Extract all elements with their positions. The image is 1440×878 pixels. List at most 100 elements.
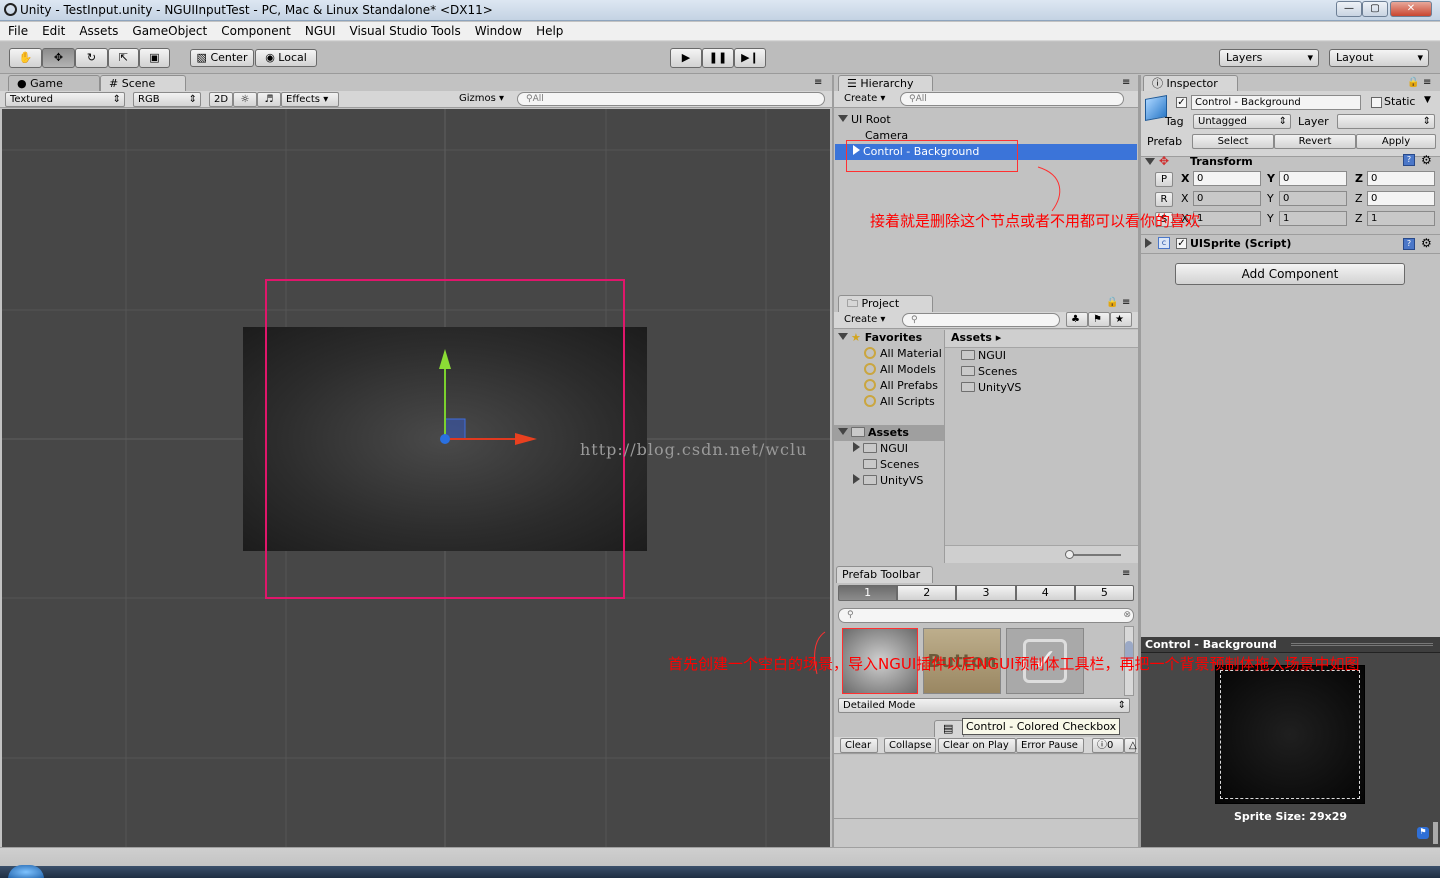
panel-menu-icon[interactable]: ≡ [814, 77, 822, 88]
add-component-button[interactable]: Add Component [1175, 263, 1405, 285]
console-error-pause-toggle[interactable]: Error Pause [1016, 738, 1084, 753]
console-warning-toggle[interactable]: △ [1124, 738, 1137, 753]
favorite-item[interactable]: All Models [864, 362, 936, 378]
shading-dropdown[interactable]: Textured ⇕ [5, 92, 125, 107]
pause-button[interactable]: ❚❚ [702, 48, 734, 68]
pivot-center-toggle[interactable]: ▧ Center [190, 49, 254, 67]
breadcrumb-assets[interactable]: Assets [951, 331, 992, 344]
filter-label-button[interactable]: ⚑ [1088, 312, 1110, 327]
asset-label-icon[interactable]: ⚑ [1417, 827, 1429, 839]
layer-dropdown[interactable]: ⇕ [1337, 114, 1435, 129]
gizmos-dropdown[interactable]: Gizmos ▾ [455, 92, 511, 107]
layout-dropdown[interactable]: Layout ▾ [1329, 49, 1429, 67]
layers-dropdown[interactable]: Layers ▾ [1219, 49, 1319, 67]
menu-edit[interactable]: Edit [34, 22, 71, 38]
tab-console[interactable]: ▤ [934, 720, 964, 737]
position-y-field[interactable]: 0 [1279, 171, 1347, 186]
asset-folder[interactable]: NGUI [961, 348, 1006, 364]
tab-inspector[interactable]: ⓘ Inspector [1143, 75, 1238, 92]
scale-x-field[interactable]: 1 [1193, 211, 1261, 226]
view-mode-dropdown[interactable]: Detailed Mode ⇕ [838, 698, 1130, 713]
rotation-z-field[interactable]: 0 [1367, 191, 1435, 206]
maximize-button[interactable]: ▢ [1362, 1, 1388, 17]
rotate-tool-button[interactable]: ↻ [75, 48, 108, 68]
favorite-button[interactable]: ★ [1110, 312, 1132, 327]
menu-file[interactable]: File [0, 22, 34, 38]
prefab-select-button[interactable]: Select [1192, 134, 1274, 149]
gear-icon[interactable]: ⚙ [1421, 236, 1432, 250]
filter-type-button[interactable]: ♣ [1066, 312, 1088, 327]
scale-tool-button[interactable]: ⇱ [108, 48, 139, 68]
play-button[interactable]: ▶ [670, 48, 702, 68]
asset-folder[interactable]: Scenes [961, 364, 1017, 380]
static-dropdown-arrow-icon[interactable]: ▼ [1424, 95, 1431, 105]
prefab-search-input[interactable]: ⚲ ⊗ [838, 608, 1134, 623]
hierarchy-create-button[interactable]: Create ▾ [840, 92, 892, 107]
static-checkbox[interactable] [1371, 97, 1382, 108]
step-button[interactable]: ▶❙ [734, 48, 766, 68]
prefab-apply-button[interactable]: Apply [1356, 134, 1436, 149]
position-z-field[interactable]: 0 [1367, 171, 1435, 186]
page-tab[interactable]: 1 [838, 585, 898, 601]
lock-icon[interactable]: 🔒 [1106, 297, 1118, 308]
audio-toggle[interactable]: ♬ [257, 92, 281, 107]
menu-assets[interactable]: Assets [71, 22, 124, 38]
gear-icon[interactable]: ⚙ [1421, 153, 1432, 167]
console-divider[interactable] [834, 818, 1138, 819]
panel-menu-icon[interactable]: ≡ [1423, 77, 1431, 88]
close-button[interactable]: ✕ [1390, 1, 1432, 17]
scene-search-input[interactable]: ⚲All [517, 92, 825, 106]
page-tab[interactable]: 2 [897, 585, 957, 601]
hierarchy-search-input[interactable]: ⚲All [900, 92, 1124, 106]
preview-drag-handle[interactable] [1291, 643, 1433, 646]
rotation-y-field[interactable]: 0 [1279, 191, 1347, 206]
position-x-field[interactable]: 0 [1193, 171, 1261, 186]
project-search-input[interactable]: ⚲ [902, 313, 1060, 327]
gameobject-name-field[interactable]: Control - Background [1191, 95, 1361, 110]
menu-gameobject[interactable]: GameObject [124, 22, 213, 38]
uisprite-enabled-checkbox[interactable]: ✓ [1176, 238, 1187, 249]
tree-folder[interactable]: Scenes [863, 457, 919, 473]
console-clear-button[interactable]: Clear [840, 738, 878, 753]
console-info-count[interactable]: ⓘ0 [1092, 738, 1124, 753]
tab-hierarchy[interactable]: ☰ Hierarchy [838, 75, 933, 92]
icon-size-slider-track[interactable] [1069, 554, 1121, 556]
minimize-button[interactable]: — [1336, 1, 1362, 17]
scene-viewport[interactable]: http://blog.csdn.net/wclu [2, 109, 830, 847]
scale-z-field[interactable]: 1 [1367, 211, 1435, 226]
menu-window[interactable]: Window [467, 22, 528, 38]
scale-y-field[interactable]: 1 [1279, 211, 1347, 226]
console-log-area[interactable] [834, 755, 1138, 847]
icon-size-slider-thumb[interactable] [1065, 550, 1074, 559]
move-tool-button[interactable]: ✥ [42, 48, 75, 68]
assets-tree-root[interactable]: Assets [834, 425, 944, 441]
hierarchy-item-ui-root[interactable]: UI Root [838, 112, 891, 128]
page-tab[interactable]: 3 [956, 585, 1016, 601]
project-divider[interactable] [944, 330, 945, 563]
uisprite-foldout-icon[interactable] [1145, 238, 1155, 251]
console-clear-on-play-toggle[interactable]: Clear on Play [938, 738, 1016, 753]
tree-folder[interactable]: NGUI [853, 441, 908, 457]
clear-search-icon[interactable]: ⊗ [1123, 609, 1131, 621]
transform-foldout-icon[interactable] [1145, 156, 1158, 169]
active-checkbox[interactable]: ✓ [1176, 97, 1187, 108]
lighting-toggle[interactable]: ☼ [233, 92, 257, 107]
reset-position-button[interactable]: P [1155, 172, 1173, 187]
rotation-x-field[interactable]: 0 [1193, 191, 1261, 206]
tree-folder[interactable]: UnityVS [853, 473, 923, 489]
panel-menu-icon[interactable]: ≡ [1122, 297, 1130, 308]
2d-toggle[interactable]: 2D [209, 92, 233, 107]
menu-component[interactable]: Component [213, 22, 297, 38]
page-tab[interactable]: 5 [1074, 585, 1135, 601]
tab-scene[interactable]: # Scene [100, 75, 186, 92]
tab-project[interactable]: 🗀 Project [838, 295, 933, 312]
pivot-local-toggle[interactable]: ◉ Local [255, 49, 317, 67]
rect-tool-button[interactable]: ▣ [139, 48, 170, 68]
move-gizmo[interactable] [2, 109, 830, 847]
favorite-item[interactable]: All Material [864, 346, 942, 362]
tab-prefab-toolbar[interactable]: Prefab Toolbar [836, 566, 933, 583]
effects-dropdown[interactable]: Effects ▾ [281, 92, 339, 107]
favorites-header[interactable]: ★ Favorites [838, 330, 922, 346]
preview-scrollbar[interactable] [1433, 822, 1438, 844]
project-create-button[interactable]: Create ▾ [840, 313, 892, 328]
